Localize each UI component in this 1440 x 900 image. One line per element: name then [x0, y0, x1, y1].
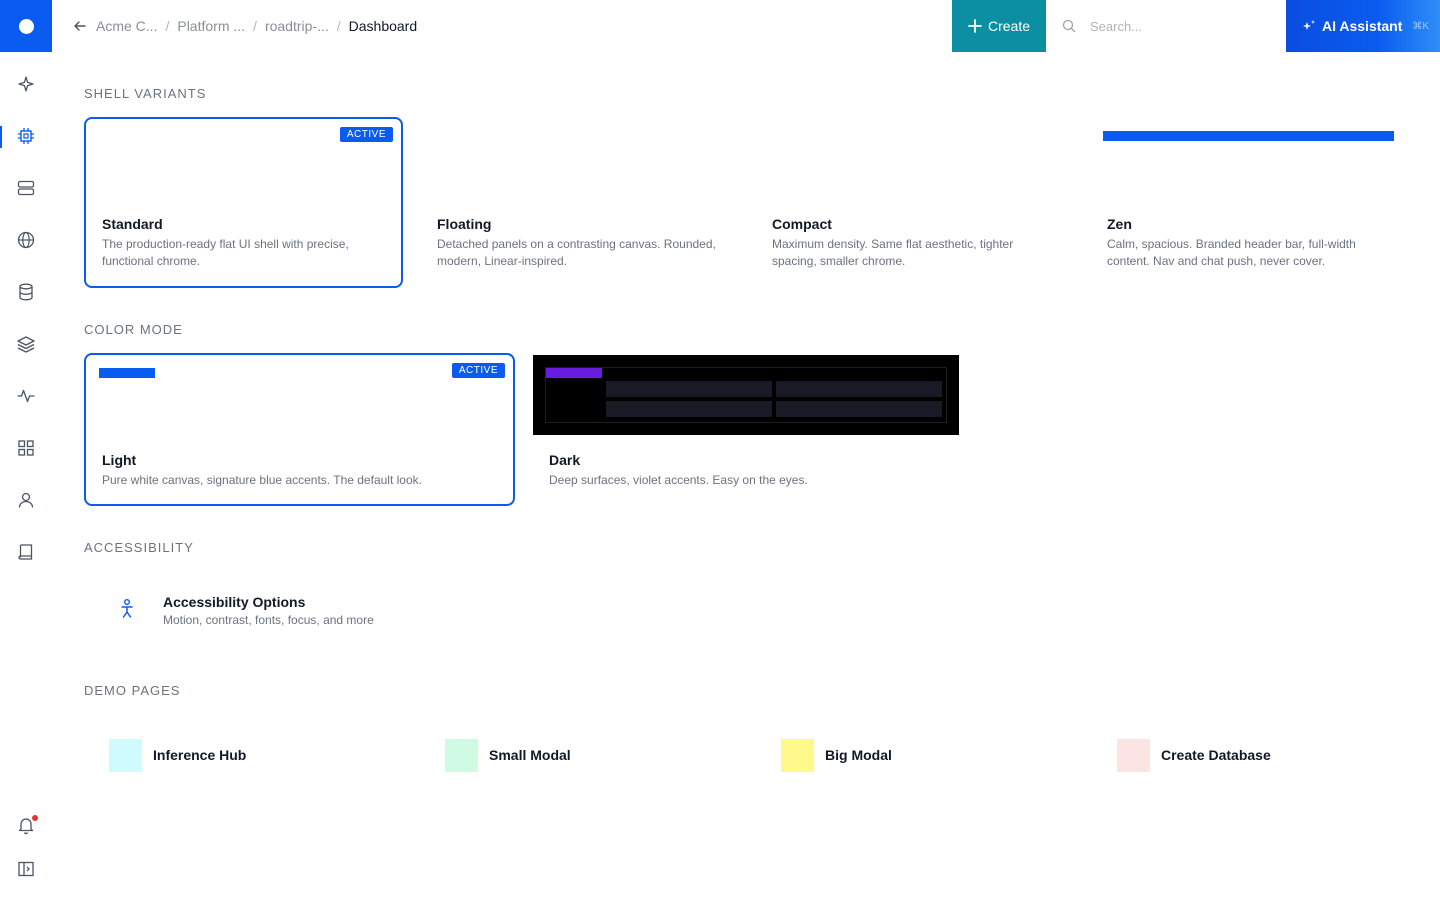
shell-desc: Maximum density. Same flat aesthetic, ti…: [772, 237, 1014, 268]
shell-name: Zen: [1107, 216, 1132, 232]
demo-page-label: Create Database: [1161, 747, 1271, 763]
panel-toggle-icon: [18, 861, 34, 877]
breadcrumb-current: Dashboard: [348, 18, 418, 34]
search-placeholder: Search...: [1090, 18, 1143, 34]
color-mode-name: Light: [102, 452, 137, 468]
grid-icon: [18, 440, 34, 456]
color-mode-name: Dark: [549, 452, 581, 468]
ai-assistant-button[interactable]: AI Assistant ⌘K: [1286, 0, 1440, 52]
color-mode-desc: Pure white canvas, signature blue accent…: [102, 473, 422, 487]
search-input[interactable]: Search...: [1046, 0, 1286, 52]
collapse-sidebar-button[interactable]: [0, 849, 52, 889]
logo-dot: [18, 18, 34, 34]
breadcrumb-platform[interactable]: Platform ...: [177, 18, 245, 34]
demo-swatch: [445, 738, 478, 772]
sidebar-item-account[interactable]: [0, 480, 52, 520]
active-badge: ACTIVE: [451, 363, 505, 378]
dark-preview-cell: [776, 381, 942, 397]
accessibility-options-button[interactable]: Accessibility Options Motion, contrast, …: [110, 590, 520, 634]
shell-desc: The production-ready flat UI shell with …: [102, 237, 349, 268]
dark-preview-cell: [606, 381, 772, 397]
shell-card-compact[interactable]: Compact Maximum density. Same flat aesth…: [756, 117, 1075, 288]
breadcrumb-project[interactable]: roadtrip-...: [265, 18, 329, 34]
shell-name: Standard: [102, 216, 163, 232]
sidebar-item-apps[interactable]: [0, 428, 52, 468]
arrow-left-icon[interactable]: [72, 18, 88, 34]
breadcrumb: Acme C... / Platform ... / roadtrip-... …: [52, 0, 952, 52]
sidebar-item-network[interactable]: [0, 220, 52, 260]
section-title-shell: SHELL VARIANTS: [84, 86, 207, 101]
section-title-color-mode: COLOR MODE: [84, 322, 183, 337]
dark-mode-preview: [533, 355, 959, 435]
shell-desc: Detached panels on a contrasting canvas.…: [437, 237, 716, 268]
accessibility-icon: [121, 599, 133, 618]
chip-icon: [18, 128, 34, 144]
plus-icon: [968, 19, 982, 33]
shell-desc: Calm, spacious. Branded header bar, full…: [1107, 237, 1356, 268]
top-bar: Acme C... / Platform ... / roadtrip-... …: [0, 0, 1440, 52]
demo-page-label: Small Modal: [489, 747, 571, 763]
sidebar-item-database[interactable]: [0, 272, 52, 312]
book-icon: [18, 544, 33, 560]
sparkles-icon: [1303, 20, 1315, 30]
demo-page-label: Big Modal: [825, 747, 892, 763]
sidebar-item-sparkle[interactable]: [0, 64, 52, 104]
demo-swatch: [781, 738, 814, 772]
ai-shortcut: ⌘K: [1412, 20, 1430, 32]
user-icon: [18, 492, 34, 508]
demo-page-big-modal[interactable]: Big Modal: [781, 738, 892, 772]
demo-page-create-database[interactable]: Create Database: [1117, 738, 1271, 772]
demo-swatch: [1117, 738, 1150, 772]
notification-dot: [32, 815, 38, 821]
create-button[interactable]: Create: [952, 0, 1046, 52]
globe-icon: [17, 231, 35, 249]
breadcrumb-separator: /: [253, 18, 257, 34]
demo-page-label: Inference Hub: [153, 747, 247, 763]
dark-preview-accent: [546, 368, 602, 378]
database-icon: [19, 283, 33, 301]
demo-page-small-modal[interactable]: Small Modal: [445, 738, 571, 772]
dark-preview-cell: [606, 401, 772, 417]
shell-card-zen[interactable]: Zen Calm, spacious. Branded header bar, …: [1091, 117, 1410, 288]
dark-preview-cell: [776, 401, 942, 417]
demo-page-inference-hub[interactable]: Inference Hub: [109, 738, 246, 772]
section-title-accessibility: ACCESSIBILITY: [84, 540, 194, 555]
color-mode-card-light[interactable]: ACTIVE Light Pure white canvas, signatur…: [84, 353, 515, 506]
shell-card-floating[interactable]: Floating Detached panels on a contrastin…: [421, 117, 740, 288]
sidebar-item-compute[interactable]: [0, 116, 52, 156]
demo-swatch: [109, 738, 142, 772]
notifications-button[interactable]: [0, 805, 52, 845]
breadcrumb-org[interactable]: Acme C...: [96, 18, 157, 34]
shell-card-standard[interactable]: ACTIVE Standard The production-ready fla…: [84, 117, 403, 288]
shell-name: Compact: [772, 216, 832, 232]
app-logo[interactable]: [0, 0, 52, 52]
sparkle-icon: [18, 76, 34, 92]
sidebar-item-docs[interactable]: [0, 532, 52, 572]
activity-icon: [17, 389, 35, 403]
sidebar-item-monitoring[interactable]: [0, 376, 52, 416]
color-mode-card-dark[interactable]: Dark Deep surfaces, violet accents. Easy…: [533, 435, 959, 505]
light-preview-bar: [99, 368, 155, 378]
sidebar-item-servers[interactable]: [0, 168, 52, 208]
accessibility-options-desc: Motion, contrast, fonts, focus, and more: [163, 613, 374, 627]
section-title-demo-pages: DEMO PAGES: [84, 683, 181, 698]
color-mode-desc: Deep surfaces, violet accents. Easy on t…: [549, 473, 808, 487]
server-icon: [17, 180, 35, 196]
active-badge: ACTIVE: [339, 127, 393, 142]
create-button-label: Create: [987, 18, 1031, 34]
breadcrumb-separator: /: [336, 18, 341, 34]
layers-icon: [17, 336, 35, 353]
sidebar: [0, 52, 52, 900]
ai-assistant-label: AI Assistant: [1322, 18, 1403, 34]
breadcrumb-separator: /: [165, 18, 170, 34]
sidebar-item-layers[interactable]: [0, 324, 52, 364]
shell-name: Floating: [437, 216, 492, 232]
search-icon: [1062, 19, 1076, 33]
accessibility-options-title: Accessibility Options: [163, 594, 306, 610]
